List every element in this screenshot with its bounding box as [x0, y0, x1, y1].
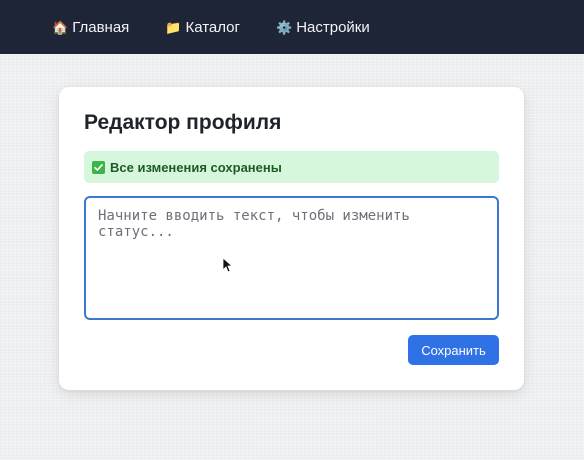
- save-button[interactable]: Сохранить: [408, 335, 499, 365]
- nav-item-label: Каталог: [185, 18, 240, 36]
- alert-text: Все изменения сохранены: [110, 159, 282, 175]
- gear-icon: ⚙️: [276, 19, 293, 35]
- nav-item-home[interactable]: 🏠 Главная: [52, 19, 129, 36]
- nav-item-label: Главная: [72, 18, 130, 36]
- nav-item-label: Настройки: [296, 18, 370, 36]
- page-title: Редактор профиля: [84, 111, 282, 134]
- folder-icon: 📁: [165, 19, 182, 35]
- nav-item-settings[interactable]: ⚙️ Настройки: [276, 19, 370, 36]
- check-icon: [92, 160, 105, 174]
- nav-item-catalog[interactable]: 📁 Каталог: [165, 19, 240, 36]
- status-textarea[interactable]: [84, 196, 499, 320]
- profile-editor-card: Редактор профиля Все изменения сохранены…: [59, 87, 524, 390]
- success-alert: Все изменения сохранены: [84, 151, 499, 183]
- top-navigation-bar: 🏠 Главная 📁 Каталог ⚙️ Настройки: [0, 0, 584, 54]
- home-icon: 🏠: [52, 19, 69, 35]
